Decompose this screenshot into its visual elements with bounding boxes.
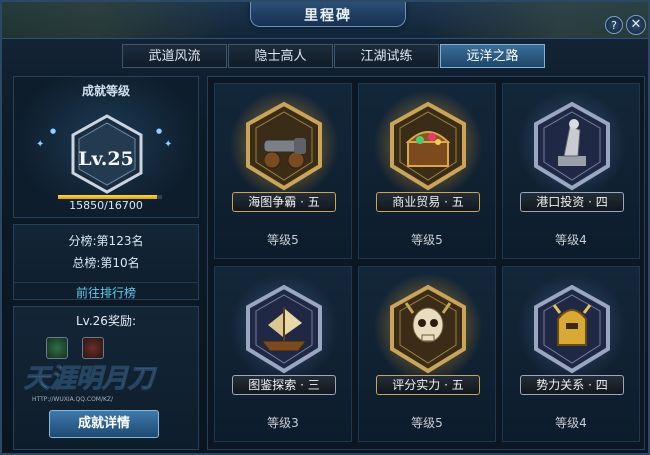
cannon-icon <box>246 101 322 191</box>
reward-item-slot[interactable] <box>82 337 104 359</box>
achievement-level: 等级3 <box>267 416 299 430</box>
question-icon: ? <box>611 19 617 32</box>
achievement-card[interactable]: 商业贸易 · 五等级5 <box>358 83 496 259</box>
leaderboard-link[interactable]: 前往排行榜 <box>14 282 198 301</box>
achievement-level: 等级5 <box>411 233 443 247</box>
sub-rank: 分榜:第123名 <box>68 234 144 248</box>
achievement-name: 港口投资 · 四 <box>520 192 624 212</box>
window-title: 里程碑 <box>304 8 352 24</box>
achievement-card[interactable]: 图鉴探索 · 三等级3 <box>214 266 352 442</box>
achievement-name: 评分实力 · 五 <box>376 375 480 395</box>
skull-icon <box>390 284 466 374</box>
achievement-card[interactable]: 港口投资 · 四等级4 <box>502 83 640 259</box>
achievement-card[interactable]: 势力关系 · 四等级4 <box>502 266 640 442</box>
close-icon: ✕ <box>630 17 642 32</box>
reward-item-slot[interactable] <box>46 337 68 359</box>
milestone-window: 里程碑 ? ✕ 武道风流 隐士高人 江湖试练 远洋之路 成就等级 ✦ ● ✦ ●… <box>0 0 650 455</box>
achievement-card[interactable]: 海图争霸 · 五等级5 <box>214 83 352 259</box>
tab-jianghu[interactable]: 江湖试练 <box>334 44 439 68</box>
achievement-name: 图鉴探索 · 三 <box>232 375 336 395</box>
reward-label: Lv.26奖励: <box>76 314 136 328</box>
level-header: 成就等级 <box>81 84 130 98</box>
title-bar: 里程碑 ? ✕ <box>2 2 648 39</box>
achievement-name: 海图争霸 · 五 <box>232 192 336 212</box>
xp-text: 15850/16700 <box>69 199 143 212</box>
reward-panel: Lv.26奖励: 天涯明月刀 HTTP://WUXIA.QQ.COM/KZ/ 成… <box>13 306 199 450</box>
sparkle-icon: ● <box>50 127 57 135</box>
achievement-level: 等级5 <box>267 233 299 247</box>
sparkle-icon: ● <box>156 127 163 135</box>
title-plate: 里程碑 <box>250 2 406 27</box>
achievement-name: 势力关系 · 四 <box>520 375 624 395</box>
achievement-level: 等级4 <box>555 233 587 247</box>
treasure-chest-icon <box>390 101 466 191</box>
achievement-grid: 海图争霸 · 五等级5 商业贸易 · 五等级5 港口投资 · 四等级4 图鉴探索 · … <box>207 76 645 450</box>
achievement-name: 商业贸易 · 五 <box>376 192 480 212</box>
achievement-card[interactable]: 评分实力 · 五等级5 <box>358 266 496 442</box>
tab-yinshi[interactable]: 隐士高人 <box>228 44 333 68</box>
tab-wudao[interactable]: 武道风流 <box>122 44 227 68</box>
watermark-url: HTTP://WUXIA.QQ.COM/KZ/ <box>32 396 114 403</box>
total-rank: 总榜:第10名 <box>72 256 140 270</box>
level-panel: 成就等级 ✦ ● ✦ ● Lv.25 15850/16700 <box>13 76 199 218</box>
close-button[interactable]: ✕ <box>626 15 646 35</box>
svg-text:天涯明月刀: 天涯明月刀 <box>24 364 157 394</box>
anchor-statue-icon <box>534 101 610 191</box>
achievement-detail-button[interactable]: 成就详情 <box>49 410 159 438</box>
left-sidebar: 成就等级 ✦ ● ✦ ● Lv.25 15850/16700 分榜:第123名 … <box>13 76 199 450</box>
title-bar-decoration-left <box>2 2 232 38</box>
game-logo-watermark: 天涯明月刀 HTTP://WUXIA.QQ.COM/KZ/ <box>24 364 158 404</box>
achievement-level: 等级5 <box>411 416 443 430</box>
helmet-icon <box>534 284 610 374</box>
rank-panel: 分榜:第123名 总榜:第10名 前往排行榜 <box>13 224 199 300</box>
achievement-level: 等级4 <box>555 416 587 430</box>
ship-icon <box>246 284 322 374</box>
help-button[interactable]: ? <box>605 16 623 34</box>
level-value: Lv.25 <box>78 148 134 170</box>
tab-yuanyang[interactable]: 远洋之路 <box>440 44 545 68</box>
